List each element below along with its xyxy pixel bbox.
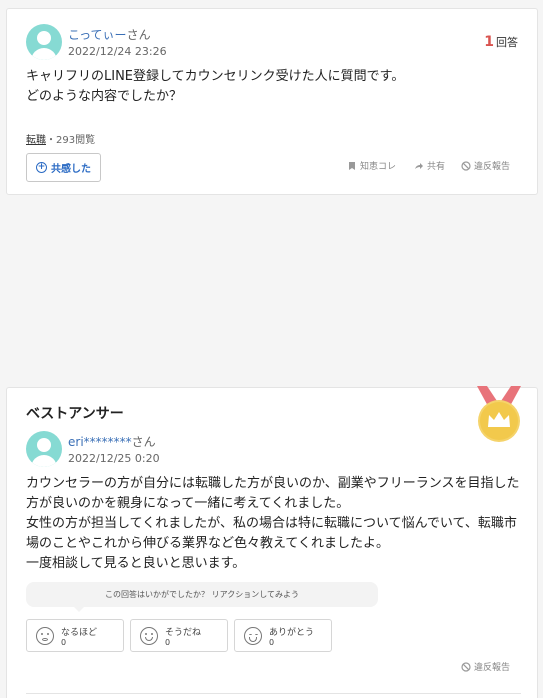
reaction-count: 0	[165, 638, 171, 647]
question-body: キャリフリのLINE登録してカウンセリンク受けた人に質問です。 どのような内容で…	[26, 67, 516, 107]
empathy-label: 共感した	[51, 164, 91, 175]
prohibit-icon	[461, 160, 471, 171]
answer-report-button[interactable]: 違反報告	[461, 660, 510, 673]
best-answer-title: ベストアンサー	[26, 406, 124, 422]
user-avatar[interactable]	[26, 24, 62, 60]
medal-crown-icon	[477, 386, 521, 442]
reaction-label: そうだね	[165, 628, 202, 638]
reaction-arigatou-button[interactable]: ありがとう 0	[234, 619, 332, 652]
answer-count-label: 回答	[496, 36, 518, 49]
question-text-line: どのような内容でしたか？	[26, 89, 183, 104]
answer-user-avatar[interactable]	[26, 431, 62, 467]
question-card: こってぃーさん 2022/12/24 23:26 1 回答 キャリフリのLINE登…	[6, 8, 538, 195]
empathy-button[interactable]: + 共感した	[26, 153, 101, 182]
reaction-soudane-button[interactable]: そうだね 0	[130, 619, 228, 652]
chiebukuro-label: 知恵コレ	[360, 162, 397, 172]
answer-user-name[interactable]: eri********さん	[68, 433, 156, 450]
user-suffix: さん	[131, 435, 156, 449]
share-label: 共有	[427, 162, 446, 172]
question-text-line: キャリフリのLINE登録してカウンセリンク受けた人に質問です。	[26, 69, 405, 84]
question-user-name[interactable]: こってぃーさん	[68, 26, 151, 43]
face-icon	[36, 627, 54, 645]
answer-text-line: カウンセラーの方が自分には転職した方が良いのか、副業やフリーランスを目指した	[26, 476, 520, 491]
answer-count-number: 1	[484, 34, 494, 50]
happy-face-icon	[244, 627, 262, 645]
answer-body: カウンセラーの方が自分には転職した方が良いのか、副業やフリーランスを目指した 方…	[26, 474, 521, 574]
plus-circle-icon: +	[36, 162, 47, 173]
share-arrow-icon	[415, 162, 423, 169]
answer-date: 2022/12/25 0:20	[68, 452, 160, 465]
question-date: 2022/12/24 23:26	[68, 45, 167, 58]
user-suffix: さん	[126, 28, 151, 42]
view-count: ・293閲覧	[46, 135, 96, 146]
user-name-text[interactable]: こってぃー	[68, 28, 127, 42]
reaction-label: ありがとう	[269, 628, 315, 638]
report-label: 違反報告	[474, 663, 511, 673]
reaction-count: 0	[269, 638, 275, 647]
report-label: 違反報告	[474, 162, 511, 172]
reaction-count: 0	[61, 638, 67, 647]
question-meta: 転職・293閲覧	[26, 131, 95, 146]
reaction-naruhodo-button[interactable]: なるほど 0	[26, 619, 124, 652]
answer-text-line: 一度相談して見ると良いと思います。	[26, 556, 246, 571]
chiebukuro-button[interactable]: 知恵コレ	[347, 159, 396, 172]
answer-text-line: 方が良いのかを親身になって一緒に考えてくれました。	[26, 496, 350, 511]
reaction-prompt: この回答はいかがでしたか？ リアクションしてみよう	[26, 582, 378, 612]
divider	[26, 693, 521, 694]
category-link[interactable]: 転職	[26, 135, 46, 146]
best-answer-card: ベストアンサー eri********さん 2022/12/25 0:20 カウ…	[6, 386, 538, 698]
smile-face-icon	[140, 627, 158, 645]
bookmark-icon	[349, 161, 355, 170]
user-name-text[interactable]: eri********	[68, 435, 132, 449]
answer-text-line: 場のことやこれから伸びる業界など色々教えてくれましたよ。	[26, 536, 389, 551]
share-button[interactable]: 共有	[414, 159, 445, 172]
prohibit-icon	[461, 661, 471, 672]
report-button[interactable]: 違反報告	[461, 159, 510, 172]
answer-text-line: 女性の方が担当してくれましたが、私の場合は特に転職について悩んでいて、転職市	[26, 516, 517, 531]
reaction-label: なるほど	[61, 628, 98, 638]
answer-count: 1 回答	[484, 34, 518, 50]
